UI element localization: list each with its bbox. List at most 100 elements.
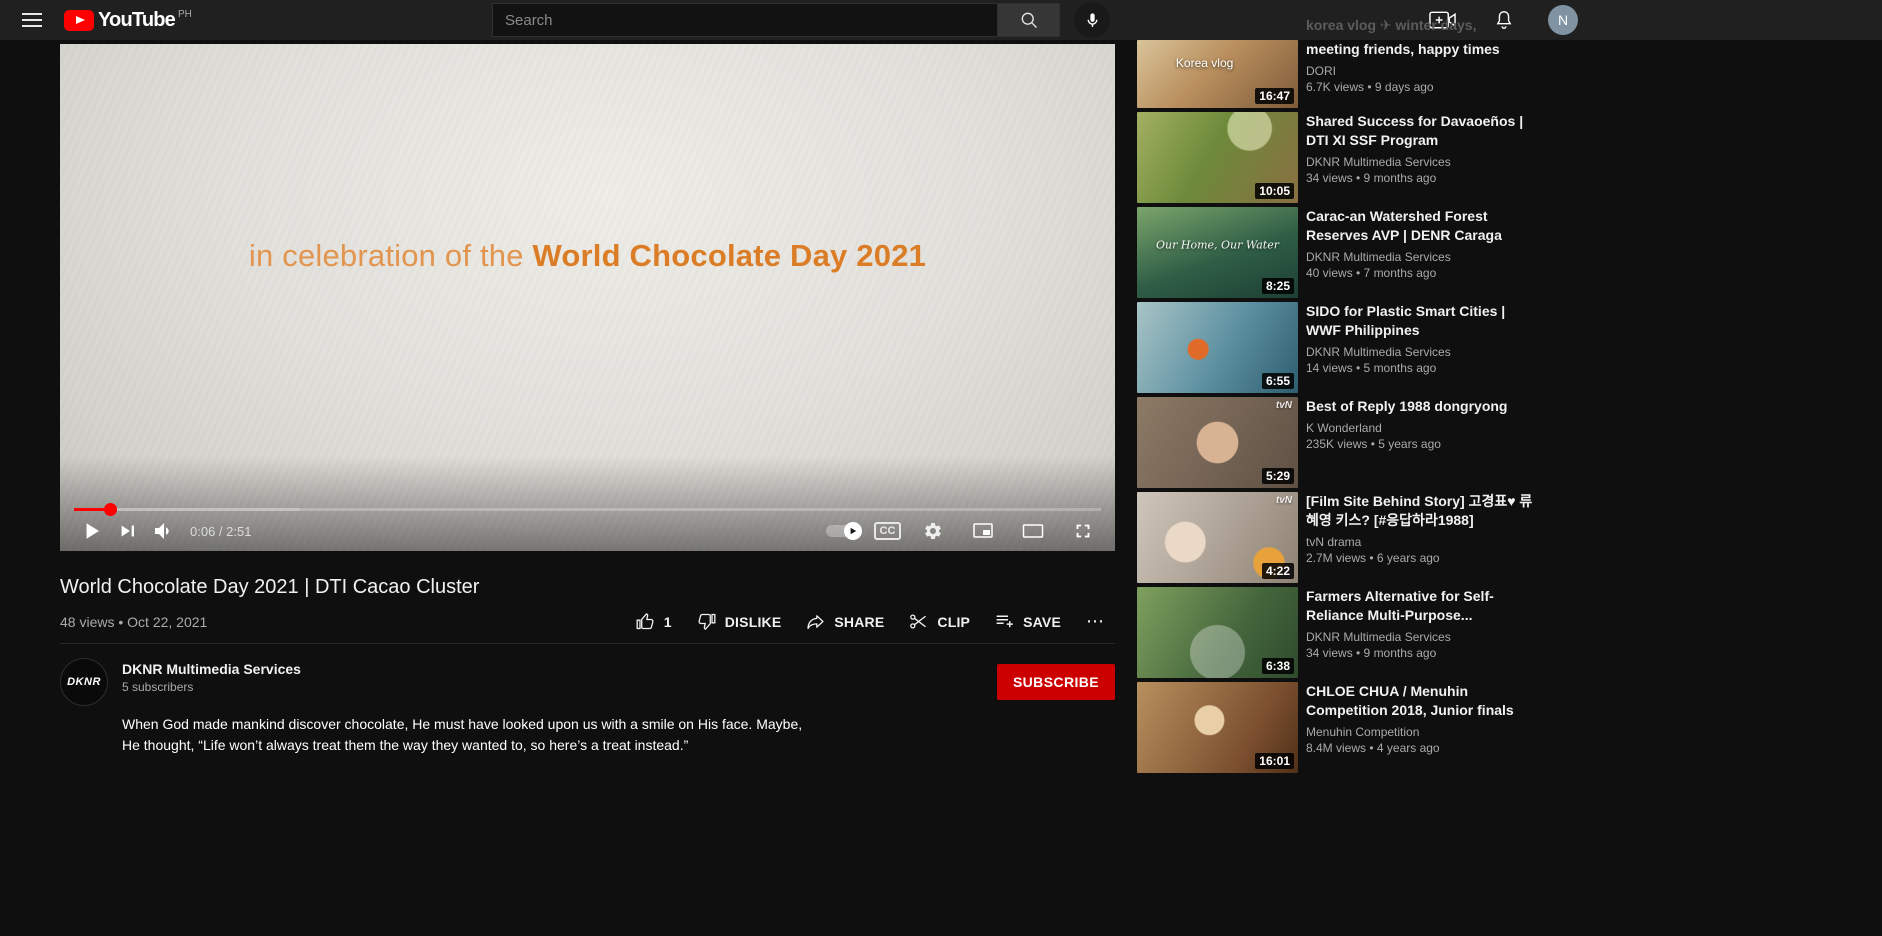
duration-badge: 8:25 xyxy=(1261,278,1294,294)
subscribe-button[interactable]: SUBSCRIBE xyxy=(996,664,1115,700)
related-video-item[interactable]: tvN 4:22 [Film Site Behind Story] 고경표♥ 류… xyxy=(1137,492,1563,583)
gear-icon xyxy=(925,523,941,539)
related-thumbnail[interactable]: Our Home, Our Water 8:25 xyxy=(1137,207,1298,298)
like-button[interactable]: 1 xyxy=(626,611,681,632)
related-thumbnail[interactable]: tvN 4:22 xyxy=(1137,492,1298,583)
duration-badge: 6:55 xyxy=(1261,373,1294,389)
related-video-item[interactable]: 6:38 Farmers Alternative for Self-Relian… xyxy=(1137,587,1563,678)
country-code: PH xyxy=(177,8,192,20)
youtube-play-icon xyxy=(64,9,94,31)
related-channel: DKNR Multimedia Services xyxy=(1306,155,1451,169)
video-description: When God made mankind discover chocolate… xyxy=(122,716,803,753)
volume-icon xyxy=(155,523,169,539)
masthead: YouTube PH N korea vlog ✈ winter days, xyxy=(0,0,1882,40)
youtube-wordmark: YouTube xyxy=(98,8,176,31)
related-title[interactable]: [Film Site Behind Story] 고경표♥ 류혜영 키스? [#… xyxy=(1306,492,1541,530)
video-meta: 48 views • Oct 22, 2021 xyxy=(60,613,208,630)
theater-icon xyxy=(1022,524,1044,538)
related-meta: 235K views • 5 years ago xyxy=(1306,437,1441,451)
related-video-item[interactable]: 10:05 Shared Success for Davaoeños | DTI… xyxy=(1137,112,1563,203)
related-title[interactable]: Best of Reply 1988 dongryong xyxy=(1306,397,1541,416)
thumbnail-label: Our Home, Our Water xyxy=(1156,238,1279,252)
play-icon xyxy=(86,523,99,539)
avatar[interactable]: N xyxy=(1548,5,1578,35)
thumbnail-corner-label: tvN xyxy=(1275,400,1292,411)
scissors-icon xyxy=(910,614,927,629)
miniplayer-icon xyxy=(973,523,993,538)
related-channel: DKNR Multimedia Services xyxy=(1306,630,1451,644)
menu-icon[interactable] xyxy=(22,13,42,27)
video-player[interactable]: in celebration of the World Chocolate Da… xyxy=(60,44,1115,551)
clip-label: CLIP xyxy=(937,613,971,630)
volume-button[interactable] xyxy=(146,513,182,549)
related-video-item[interactable]: tvN 5:29 Best of Reply 1988 dongryong K … xyxy=(1137,397,1563,488)
share-icon xyxy=(807,615,824,630)
related-meta: 8.4M views • 4 years ago xyxy=(1306,741,1440,755)
voice-search-button[interactable] xyxy=(1074,2,1110,38)
channel-avatar[interactable]: DKNR xyxy=(60,658,108,706)
search-input[interactable] xyxy=(492,3,998,37)
related-thumbnail[interactable]: 6:38 xyxy=(1137,587,1298,678)
share-button[interactable]: SHARE xyxy=(796,611,893,632)
notifications-icon[interactable] xyxy=(1486,2,1522,38)
action-bar: 1 DISLIKE SHARE CLIP SAVE ⋯ xyxy=(626,611,1115,632)
related-thumbnail[interactable]: tvN 5:29 xyxy=(1137,397,1298,488)
dislike-button[interactable]: DISLIKE xyxy=(687,611,791,632)
next-icon xyxy=(121,525,134,537)
caption-regular: in celebration of the xyxy=(248,238,533,273)
related-channel: DORI xyxy=(1306,64,1336,78)
related-meta: 2.7M views • 6 years ago xyxy=(1306,551,1440,565)
related-video-item[interactable]: 6:55 SIDO for Plastic Smart Cities | WWF… xyxy=(1137,302,1563,393)
dislike-label: DISLIKE xyxy=(724,613,782,630)
youtube-logo[interactable]: YouTube PH xyxy=(64,8,192,33)
related-channel: tvN drama xyxy=(1306,535,1362,549)
subscriber-count: 5 subscribers xyxy=(122,680,194,694)
more-actions-button[interactable]: ⋯ xyxy=(1076,611,1115,632)
clip-button[interactable]: CLIP xyxy=(899,611,979,632)
caption-bold: World Chocolate Day 2021 xyxy=(532,238,927,273)
save-button[interactable]: SAVE xyxy=(985,611,1070,632)
related-thumbnail[interactable]: 16:01 xyxy=(1137,682,1298,773)
thumbnail-corner-label: tvN xyxy=(1275,495,1292,506)
related-channel: DKNR Multimedia Services xyxy=(1306,250,1451,264)
search-button[interactable] xyxy=(998,3,1060,37)
related-thumbnail[interactable]: 10:05 xyxy=(1137,112,1298,203)
fullscreen-button[interactable] xyxy=(1065,513,1101,549)
autoplay-toggle[interactable] xyxy=(826,522,862,540)
related-channel: DKNR Multimedia Services xyxy=(1306,345,1451,359)
thumbs-up-icon xyxy=(636,613,654,630)
related-thumbnail[interactable]: 6:55 xyxy=(1137,302,1298,393)
channel-name[interactable]: DKNR Multimedia Services xyxy=(122,661,301,677)
theater-mode-button[interactable] xyxy=(1015,513,1051,549)
fullscreen-icon xyxy=(1076,524,1090,538)
video-caption-text: in celebration of the World Chocolate Da… xyxy=(60,238,1115,274)
related-video-item[interactable]: 16:01 CHLOE CHUA / Menuhin Competition 2… xyxy=(1137,682,1563,773)
related-title[interactable]: SIDO for Plastic Smart Cities | WWF Phil… xyxy=(1306,302,1541,340)
clipped-related-title-line[interactable]: korea vlog ✈ winter days, xyxy=(1306,17,1476,34)
thumbs-down-icon xyxy=(698,613,716,630)
search-icon xyxy=(1021,12,1037,28)
duration-badge: 5:29 xyxy=(1261,468,1294,484)
miniplayer-button[interactable] xyxy=(965,513,1001,549)
related-video-item[interactable]: Our Home, Our Water 8:25 Carac-an Waters… xyxy=(1137,207,1563,298)
autoplay-knob xyxy=(844,522,862,540)
related-video-item[interactable]: Korea vlog 16:47 meeting friends, happy … xyxy=(1137,40,1563,108)
thumbnail-label: Korea vlog xyxy=(1175,56,1234,71)
duration-badge: 16:47 xyxy=(1255,88,1294,104)
related-thumbnail[interactable]: Korea vlog 16:47 xyxy=(1137,40,1298,108)
related-title[interactable]: Shared Success for Davaoeños | DTI XI SS… xyxy=(1306,112,1541,150)
related-title[interactable]: Carac-an Watershed Forest Reserves AVP |… xyxy=(1306,207,1541,245)
share-label: SHARE xyxy=(834,613,885,630)
related-meta: 14 views • 5 months ago xyxy=(1306,361,1437,375)
subtitles-button[interactable]: CC xyxy=(874,522,901,540)
mic-icon xyxy=(1087,12,1097,27)
related-meta: 34 views • 9 months ago xyxy=(1306,171,1437,185)
related-channel: Menuhin Competition xyxy=(1306,725,1420,739)
next-button[interactable] xyxy=(110,513,146,549)
related-title[interactable]: meeting friends, happy times xyxy=(1306,40,1541,59)
related-meta: 34 views • 9 months ago xyxy=(1306,646,1437,660)
related-title[interactable]: CHLOE CHUA / Menuhin Competition 2018, J… xyxy=(1306,682,1541,720)
play-button[interactable] xyxy=(74,513,110,549)
settings-button[interactable] xyxy=(915,513,951,549)
related-title[interactable]: Farmers Alternative for Self-Reliance Mu… xyxy=(1306,587,1541,625)
